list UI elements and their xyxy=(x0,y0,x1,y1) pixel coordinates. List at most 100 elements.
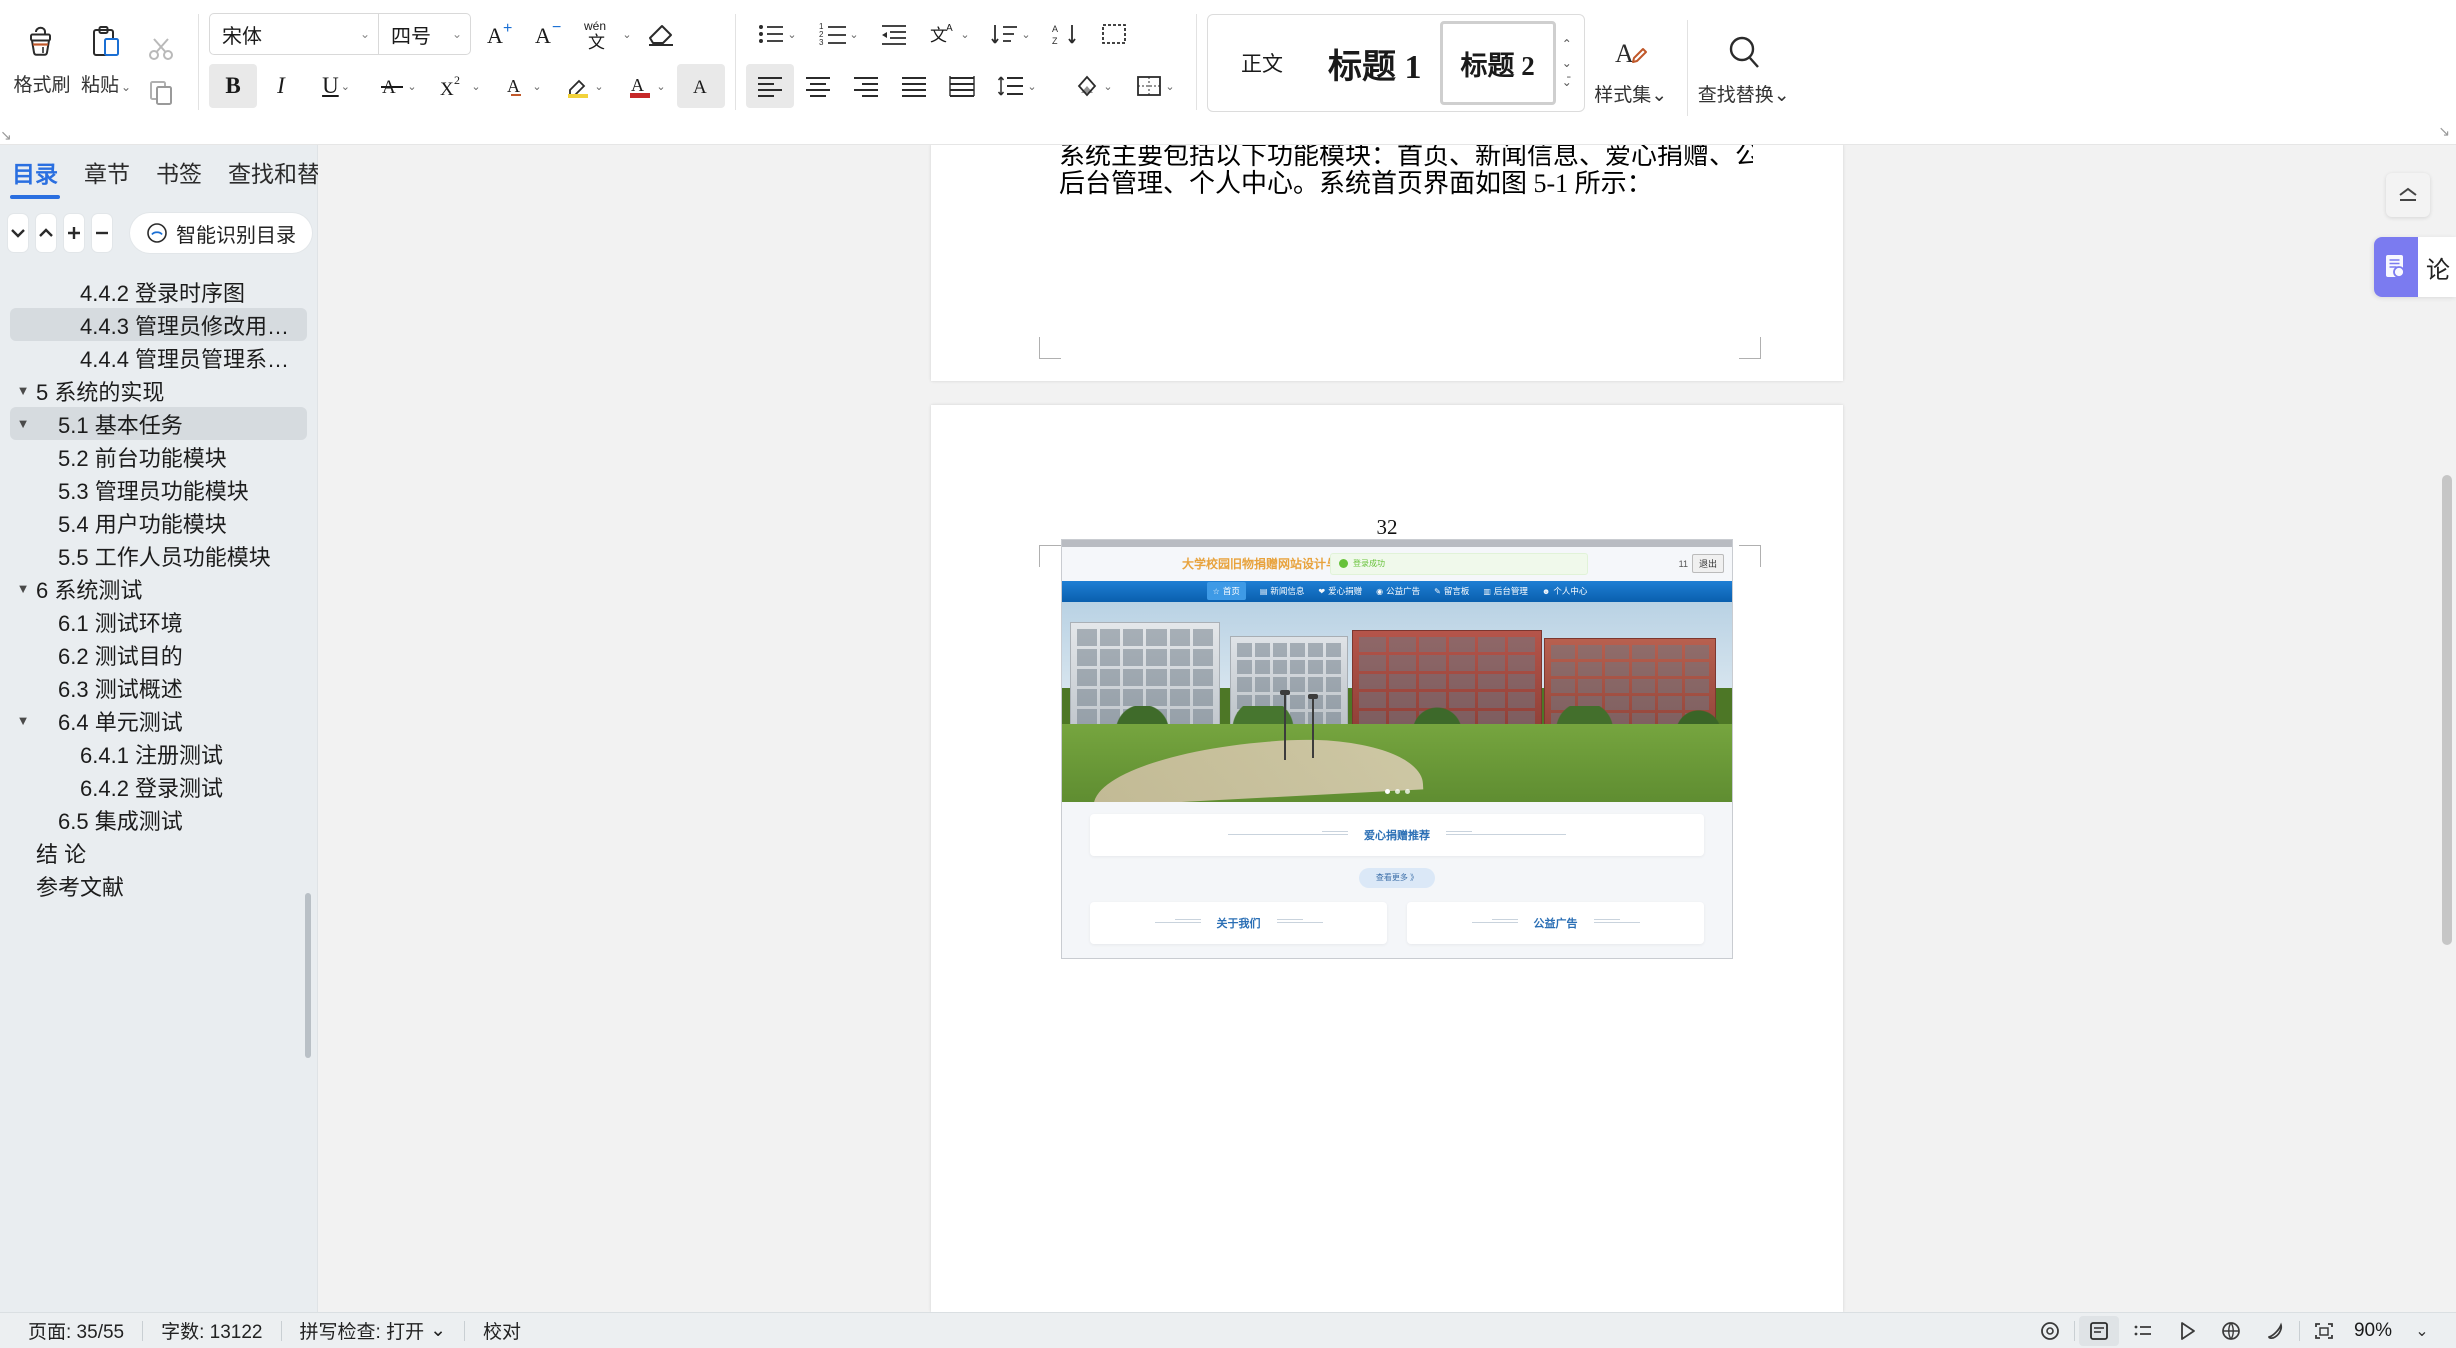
character-border-button[interactable]: A ⌄ xyxy=(491,64,553,108)
toc-item[interactable]: ▼ 5 系统的实现 xyxy=(10,374,307,407)
nav-item-message-board[interactable]: ✎ 留言板 xyxy=(1434,585,1469,597)
italic-button[interactable]: I xyxy=(257,64,305,108)
toc-item[interactable]: 4.4.3 管理员修改用户信息时… xyxy=(10,308,307,341)
toc-item[interactable]: 5.3 管理员功能模块 xyxy=(10,473,307,506)
styles-expand[interactable]: ⌄̄ xyxy=(1562,76,1572,88)
page-indicator[interactable]: 页面: 35/55 xyxy=(10,1317,142,1344)
style-heading-1[interactable]: 标题 1 xyxy=(1310,21,1440,105)
underline-button[interactable]: U ⌄ xyxy=(305,64,367,108)
styles-scroll-up[interactable]: ⌃ xyxy=(1562,38,1572,50)
toc-item[interactable]: 6.4.2 登录测试 xyxy=(10,770,307,803)
toc-item[interactable]: 结 论 xyxy=(10,836,307,869)
toc-item[interactable]: 5.4 用户功能模块 xyxy=(10,506,307,539)
toc-item[interactable]: 6.4.1 注册测试 xyxy=(10,737,307,770)
bullet-list-button[interactable]: ⌄ xyxy=(746,12,808,56)
nav-item-donation[interactable]: ❤ 爱心捐赠 xyxy=(1318,585,1362,597)
nav-item-profile[interactable]: ☻ 个人中心 xyxy=(1542,585,1587,597)
carousel-dots[interactable] xyxy=(1062,788,1732,794)
view-reading-icon[interactable] xyxy=(2167,1316,2207,1346)
toc-item[interactable]: ▼ 5.1 基本任务 xyxy=(10,407,307,440)
toc-item[interactable]: 4.4.4 管理员管理系统信息时… xyxy=(10,341,307,374)
toc-list[interactable]: 4.4.2 登录时序图 4.4.3 管理员修改用户信息时… 4.4.4 管理员管理系… xyxy=(0,263,317,1312)
styles-scroll-down[interactable]: ⌄ xyxy=(1562,57,1572,69)
view-outline-icon[interactable] xyxy=(2123,1316,2163,1346)
toc-expand-arrow-icon[interactable]: ▼ xyxy=(10,713,36,728)
show-paragraph-marks-button[interactable] xyxy=(1090,12,1138,56)
logout-button[interactable]: 退出 xyxy=(1691,554,1724,573)
zoom-dropdown-icon[interactable]: ⌄ xyxy=(2402,1316,2442,1346)
toc-scrollbar[interactable] xyxy=(305,893,311,1058)
increase-font-size-button[interactable]: A + xyxy=(479,12,527,56)
sort-button[interactable]: ⌄ xyxy=(980,12,1042,56)
align-center-button[interactable] xyxy=(794,64,842,108)
paste-button[interactable]: 粘贴 ⌄ xyxy=(74,12,138,97)
find-replace-button[interactable]: 查找替换⌄ xyxy=(1698,14,1790,107)
paragraph-dialog-launcher[interactable]: ↘ xyxy=(0,127,12,144)
tab-chapters[interactable]: 章节 xyxy=(82,149,132,199)
view-page-layout-icon[interactable] xyxy=(2078,1315,2119,1346)
view-more-button[interactable]: 查看更多 》 xyxy=(1359,867,1435,888)
toc-item[interactable]: 6.2 测试目的 xyxy=(10,638,307,671)
sort-az-button[interactable]: AZ xyxy=(1042,12,1090,56)
toc-item[interactable]: 5.5 工作人员功能模块 xyxy=(10,539,307,572)
document-page-32[interactable]: 32 大学校园旧物捐赠网站设计与实现 登录成功 11 退出 ☆ 首页 ▤ 新闻信… xyxy=(931,404,1843,1312)
decrease-indent-button[interactable] xyxy=(870,12,918,56)
clear-formatting-button[interactable] xyxy=(637,12,685,56)
thesis-check-tab[interactable]: 论 xyxy=(2374,237,2456,297)
nav-item-home[interactable]: ☆ 首页 xyxy=(1206,582,1246,600)
view-fullscreen-icon[interactable] xyxy=(2304,1316,2344,1346)
toc-collapse-down-button[interactable] xyxy=(8,214,28,252)
nav-item-news[interactable]: ▤ 新闻信息 xyxy=(1260,585,1305,597)
style-heading-2[interactable]: 标题 2 xyxy=(1439,21,1556,105)
bold-button[interactable]: B xyxy=(209,64,257,108)
pinyin-guide-button[interactable]: wén 文 ⌄ xyxy=(575,12,637,56)
font-family-select[interactable]: 宋体 ⌄ xyxy=(209,13,379,55)
align-right-button[interactable] xyxy=(842,64,890,108)
zoom-level[interactable]: 90% xyxy=(2348,1320,2398,1342)
toc-item[interactable]: 5.2 前台功能模块 xyxy=(10,440,307,473)
copy-button[interactable] xyxy=(138,70,184,114)
nav-item-admin[interactable]: ▥ 后台管理 xyxy=(1483,585,1528,597)
superscript-button[interactable]: X2 ⌄ xyxy=(429,64,491,108)
tab-toc[interactable]: 目录 xyxy=(10,149,60,199)
toc-item[interactable]: 6.5 集成测试 xyxy=(10,803,307,836)
numbered-list-button[interactable]: 1 2 3 ⌄ xyxy=(808,12,870,56)
document-canvas[interactable]: 系统主要包括以下功能模块：首页、新闻信息、爱心捐赠、公益广告、留言板、 后台管理… xyxy=(318,145,2456,1312)
toc-expand-level-button[interactable] xyxy=(64,214,84,252)
tab-bookmarks[interactable]: 书签 xyxy=(154,149,204,199)
nav-item-ads[interactable]: ◉ 公益广告 xyxy=(1376,585,1420,597)
toc-collapse-up-button[interactable] xyxy=(36,214,56,252)
toc-item[interactable]: 6.1 测试环境 xyxy=(10,605,307,638)
strikethrough-button[interactable]: A ⌄ xyxy=(367,64,429,108)
toc-collapse-level-button[interactable] xyxy=(92,214,112,252)
toc-item[interactable]: 6.3 测试概述 xyxy=(10,671,307,704)
asian-layout-button[interactable]: 文A ⌄ xyxy=(918,12,980,56)
toc-expand-arrow-icon[interactable]: ▼ xyxy=(10,416,36,431)
toc-item[interactable]: ▼ 6.4 单元测试 xyxy=(10,704,307,737)
smart-toc-button[interactable]: 智能识别目录 xyxy=(130,213,312,253)
highlight-color-button[interactable]: ⌄ xyxy=(553,64,615,108)
font-color-button[interactable]: A ⌄ xyxy=(615,64,677,108)
decrease-font-size-button[interactable]: A − xyxy=(527,12,575,56)
view-web-icon[interactable] xyxy=(2211,1316,2251,1346)
character-shading-button[interactable]: A xyxy=(677,64,725,108)
toc-item[interactable]: 4.4.2 登录时序图 xyxy=(10,275,307,308)
proofread-button[interactable]: 校对 xyxy=(465,1317,539,1344)
shading-button[interactable]: ⌄ xyxy=(1062,64,1124,108)
borders-button[interactable]: ⌄ xyxy=(1124,64,1186,108)
style-normal[interactable]: 正文 xyxy=(1214,21,1310,105)
toc-item[interactable]: ▼ 6 系统测试 xyxy=(10,572,307,605)
word-count[interactable]: 字数: 13122 xyxy=(143,1317,280,1344)
toc-item[interactable]: 参考文献 xyxy=(10,869,307,902)
document-page-31[interactable]: 系统主要包括以下功能模块：首页、新闻信息、爱心捐赠、公益广告、留言板、 后台管理… xyxy=(931,145,1843,381)
cut-button[interactable] xyxy=(138,26,184,70)
font-size-select[interactable]: 四号 ⌄ xyxy=(379,13,471,55)
toc-expand-arrow-icon[interactable]: ▼ xyxy=(10,581,36,596)
view-ink-icon[interactable] xyxy=(2255,1316,2295,1346)
align-left-button[interactable] xyxy=(746,64,794,108)
toc-expand-arrow-icon[interactable]: ▼ xyxy=(10,383,36,398)
spellcheck-status[interactable]: 拼写检查: 打开 ⌄ xyxy=(282,1317,464,1344)
format-painter-button[interactable]: 格式刷 xyxy=(10,12,74,97)
line-spacing-button[interactable]: ⌄ xyxy=(986,64,1048,108)
view-help-icon[interactable] xyxy=(2030,1316,2070,1346)
